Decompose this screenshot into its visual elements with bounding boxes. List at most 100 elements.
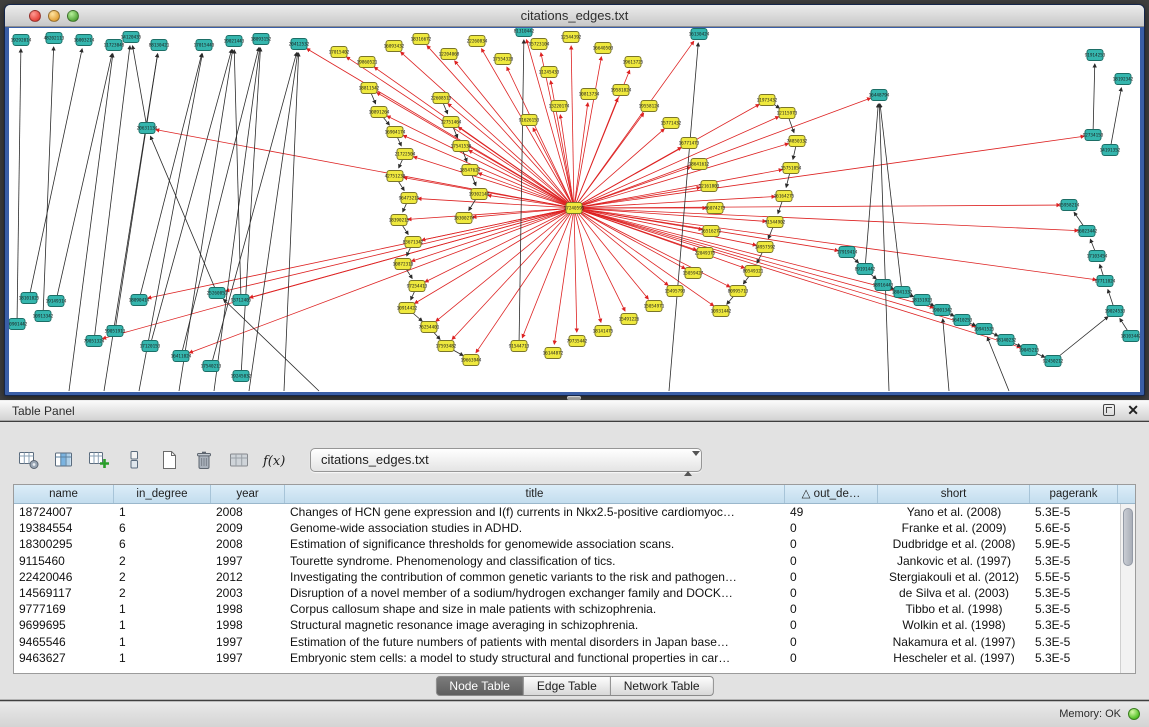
column-header-out_de[interactable]: △ out_de… <box>785 485 878 503</box>
graph-node[interactable]: 17554320 <box>493 54 514 65</box>
graph-node[interactable]: 89191442 <box>855 264 876 275</box>
column-header-pagerank[interactable]: pagerank <box>1030 485 1118 503</box>
graph-node[interactable]: 19149314 <box>46 296 67 307</box>
tab-edge-table[interactable]: Edge Table <box>524 676 611 696</box>
graph-node[interactable]: 15491226 <box>619 314 640 325</box>
graph-node[interactable]: 11723048 <box>104 40 125 51</box>
graph-node[interactable]: 18641612 <box>689 159 710 170</box>
graph-node[interactable]: 15958214 <box>1059 200 1080 211</box>
column-header-year[interactable]: year <box>211 485 285 503</box>
graph-node[interactable]: 83671342 <box>403 237 424 248</box>
graph-node[interactable]: 25260051 <box>207 288 228 299</box>
graph-node[interactable]: 92450212 <box>1043 356 1064 367</box>
graph-node[interactable]: 19024533 <box>1105 306 1126 317</box>
graph-node[interactable]: 19001342 <box>932 305 953 316</box>
graph-node[interactable]: 17240595 <box>564 203 585 214</box>
graph-node[interactable]: 16074273 <box>705 203 726 214</box>
import-table-button[interactable] <box>226 447 252 473</box>
graph-node[interactable]: 17015440 <box>194 40 215 51</box>
column-header-in_degree[interactable]: in_degree <box>114 485 211 503</box>
table-row[interactable]: 1938455462009Genome-wide association stu… <box>14 520 1120 536</box>
graph-node[interactable]: 95723104 <box>529 39 550 50</box>
table-row[interactable]: 946362711997Embryonic stem cells: a mode… <box>14 650 1120 666</box>
graph-node[interactable]: 59051913 <box>105 326 126 337</box>
graph-node[interactable]: 20631134 <box>137 123 158 134</box>
graph-node[interactable]: 18090414 <box>129 295 150 306</box>
graph-node[interactable]: 16023442 <box>1077 226 1098 237</box>
graph-node[interactable]: 15771432 <box>661 118 682 129</box>
graph-node[interactable]: 17103454 <box>1087 251 1108 262</box>
create-column-button[interactable] <box>86 447 112 473</box>
graph-node[interactable]: 79051324 <box>84 336 105 347</box>
graph-node[interactable]: 18103442 <box>1121 331 1140 342</box>
graph-node[interactable]: 19302144 <box>469 189 490 200</box>
table-row[interactable]: 1872400712008Changes of HCN gene express… <box>14 504 1120 520</box>
graph-node[interactable]: 19613725 <box>623 57 644 68</box>
graph-node[interactable]: 19292014 <box>11 35 32 46</box>
graph-node[interactable]: 10901442 <box>9 319 28 330</box>
graph-node[interactable]: 93712405 <box>231 295 252 306</box>
column-header-name[interactable]: name <box>14 485 114 503</box>
graph-node[interactable]: 10941525 <box>974 324 995 335</box>
graph-node[interactable]: 88130421 <box>149 40 170 51</box>
table-row[interactable]: 911546021997Tourette syndrome. Phenomeno… <box>14 553 1120 569</box>
graph-node[interactable]: 10913342 <box>33 311 54 322</box>
graph-node[interactable]: 20412532 <box>289 39 310 50</box>
graph-node[interactable]: 18547624 <box>460 165 481 176</box>
column-header-title[interactable]: title <box>285 485 785 503</box>
graph-node[interactable]: 76254401 <box>419 322 440 333</box>
tab-network-table[interactable]: Network Table <box>611 676 714 696</box>
graph-node[interactable]: 16904174 <box>385 127 406 138</box>
graph-node[interactable]: 15059427 <box>683 268 704 279</box>
graph-node[interactable]: 12161803 <box>699 181 720 192</box>
graph-node[interactable]: 97254413 <box>407 281 428 292</box>
graph-node[interactable]: 17541530 <box>451 141 472 152</box>
graph-node[interactable]: 10914422 <box>397 303 418 314</box>
graph-node[interactable]: 12204068 <box>439 49 460 60</box>
graph-node[interactable]: 12544392 <box>561 32 582 43</box>
graph-node[interactable]: 16410253 <box>952 315 973 326</box>
graph-node[interactable]: 21722504 <box>395 149 416 160</box>
graph-node[interactable]: 81310442 <box>514 28 535 37</box>
new-document-button[interactable] <box>156 447 182 473</box>
graph-node[interactable]: 19245032 <box>231 371 252 382</box>
graph-node[interactable]: 16003214 <box>74 35 95 46</box>
graph-node[interactable]: 10872310 <box>393 259 414 270</box>
graph-node[interactable]: 16516272 <box>701 226 722 237</box>
graph-node[interactable]: 19581824 <box>611 85 632 96</box>
trash-button[interactable] <box>191 447 217 473</box>
graph-node[interactable]: 80549321 <box>743 266 764 277</box>
graph-node[interactable]: 10891264 <box>369 107 390 118</box>
graph-node[interactable]: 18140232 <box>996 335 1017 346</box>
graph-node[interactable]: 11245433 <box>539 67 560 78</box>
graph-node[interactable]: 16164275 <box>774 191 795 202</box>
graph-node[interactable]: 91544713 <box>509 341 530 352</box>
table-row[interactable]: 1830029562008Estimation of significance … <box>14 536 1120 552</box>
graph-node[interactable]: 18151923 <box>912 295 933 306</box>
graph-node[interactable]: 96473215 <box>399 193 420 204</box>
graph-node[interactable]: 22049375 <box>695 248 716 259</box>
graph-node[interactable]: 16640503 <box>593 43 614 54</box>
graph-node[interactable]: 48202113 <box>44 33 65 44</box>
graph-node[interactable]: 18101025 <box>19 293 40 304</box>
graph-node[interactable]: 17120153 <box>140 341 161 352</box>
graph-node[interactable]: 79735442 <box>567 336 588 347</box>
graph-node[interactable]: 80995713 <box>728 286 749 297</box>
function-builder-button[interactable]: f(x) <box>261 447 287 473</box>
graph-node[interactable]: 18192342 <box>1113 74 1134 85</box>
graph-node[interactable]: 91914253 <box>1085 50 1106 61</box>
graph-node[interactable]: 16093432 <box>384 41 405 52</box>
graph-node[interactable]: 74850332 <box>787 136 808 147</box>
graph-node[interactable]: 10931442 <box>711 306 732 317</box>
graph-node[interactable]: 91626153 <box>519 115 540 126</box>
graph-node[interactable]: 12115973 <box>777 108 798 119</box>
table-row[interactable]: 1456911722003Disruption of a novel membe… <box>14 585 1120 601</box>
graph-node[interactable]: 18390215 <box>389 215 410 226</box>
graph-node[interactable]: 17593482 <box>436 341 457 352</box>
table-row[interactable]: 977716911998Corpus callosum shape and si… <box>14 601 1120 617</box>
graph-node[interactable]: 11973432 <box>757 95 778 106</box>
graph-node[interactable]: 16771473 <box>679 138 700 149</box>
table-vertical-scrollbar[interactable] <box>1120 504 1135 673</box>
table-mode-button[interactable] <box>16 447 42 473</box>
close-panel-icon[interactable]: ✕ <box>1127 403 1139 417</box>
